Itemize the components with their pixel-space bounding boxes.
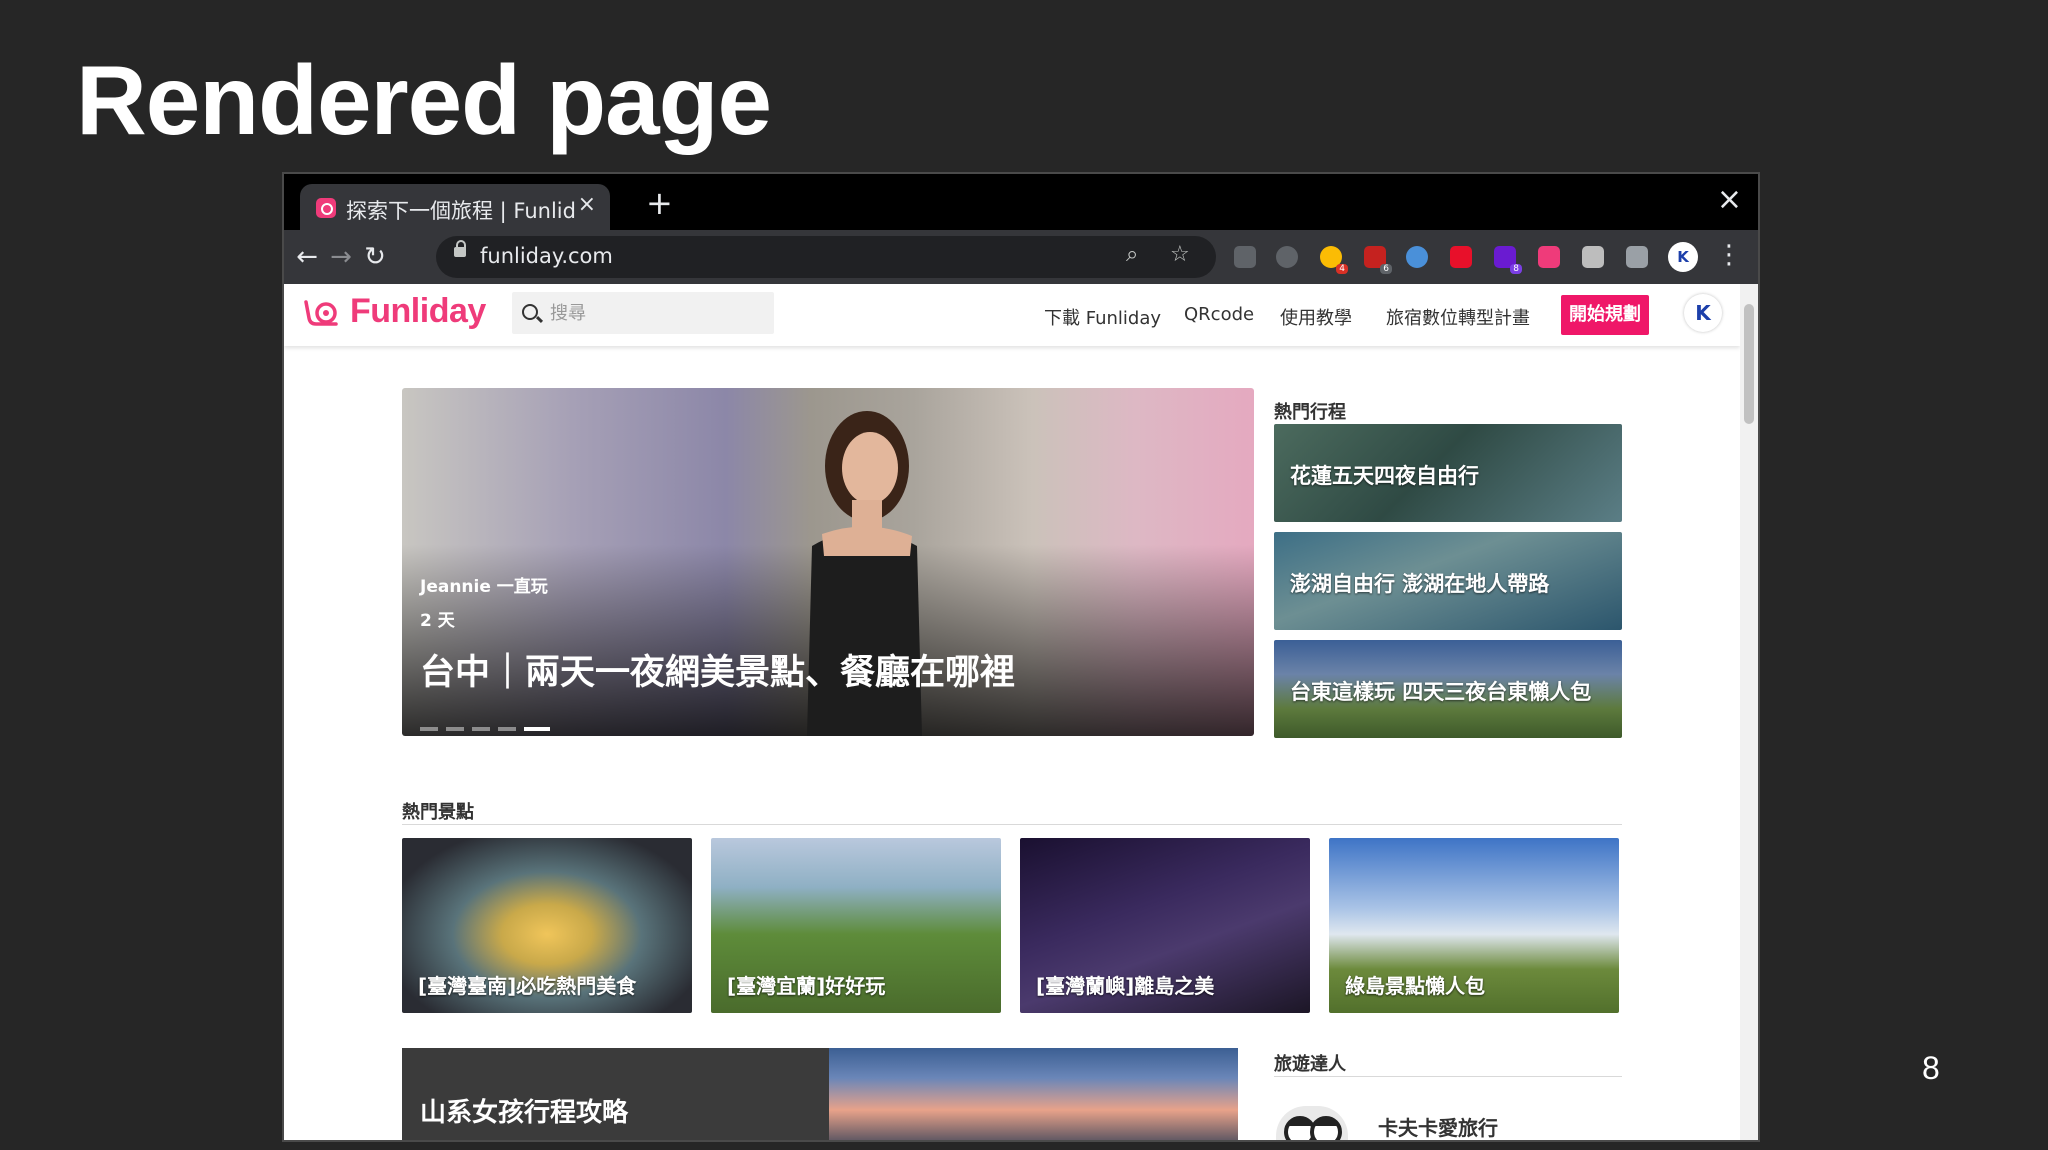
spot-card-label: 綠島景點懶人包 xyxy=(1345,974,1485,998)
user-avatar[interactable]: K xyxy=(1684,294,1722,332)
experts-heading: 旅遊達人 xyxy=(1274,1054,1346,1075)
extension-chat-icon[interactable] xyxy=(1582,246,1604,268)
zoom-icon[interactable]: ⌕ xyxy=(1126,242,1138,267)
carousel-dot[interactable] xyxy=(472,727,490,731)
tab-title: 探索下一個旅程 | Funliday xyxy=(346,199,576,223)
scrollbar-thumb[interactable] xyxy=(1744,304,1754,424)
extension-funliday-icon[interactable] xyxy=(1538,246,1560,268)
browser-tab[interactable]: 探索下一個旅程 | Funliday × xyxy=(300,184,610,230)
funliday-favicon-icon xyxy=(316,198,336,218)
trip-card[interactable]: 台東這樣玩 四天三夜台東懶人包 xyxy=(1274,640,1622,738)
site-logo[interactable]: Funliday xyxy=(350,292,486,331)
carousel-dot[interactable] xyxy=(446,727,464,731)
url-text: funliday.com xyxy=(480,244,613,268)
guide-card[interactable]: 山系女孩行程攻略 xyxy=(402,1048,1238,1140)
extension-badge: 8 xyxy=(1510,264,1522,274)
nav-tutorial[interactable]: 使用教學 xyxy=(1280,304,1352,330)
page-viewport: Funliday 下載 Funliday QRcode 使用教學 旅宿數位轉型計… xyxy=(284,284,1740,1142)
extension-location-icon[interactable] xyxy=(1234,246,1256,268)
slide-title: Rendered page xyxy=(76,45,772,155)
extension-badge: 4 xyxy=(1336,264,1348,274)
nav-qrcode[interactable]: QRcode xyxy=(1184,304,1254,325)
guide-title: 山系女孩行程攻略 xyxy=(420,1098,629,1128)
spot-card-label: [臺灣蘭嶼]離島之美 xyxy=(1036,974,1215,998)
section-divider xyxy=(402,824,1622,825)
guide-text-panel: 山系女孩行程攻略 xyxy=(402,1048,829,1140)
reload-button[interactable]: ↻ xyxy=(358,240,392,274)
spot-card-label: [臺灣臺南]必吃熱門美食 xyxy=(418,974,637,998)
trip-card[interactable]: 澎湖自由行 澎湖在地人帶路 xyxy=(1274,532,1622,630)
browser-toolbar: ← → ↻ funliday.com ⌕ ☆ 4 6 8 K ⋮ xyxy=(284,230,1758,284)
expert-name[interactable]: 卡夫卡愛旅行 xyxy=(1378,1112,1498,1140)
hero-author[interactable]: Jeannie 一直玩 xyxy=(420,572,548,597)
site-search[interactable] xyxy=(512,292,774,334)
tab-close-icon[interactable]: × xyxy=(578,192,596,217)
profile-avatar-button[interactable]: K xyxy=(1668,242,1698,272)
search-input[interactable] xyxy=(548,300,762,326)
extension-bulb-icon[interactable]: 4 xyxy=(1320,246,1348,274)
trip-card[interactable]: 花蓮五天四夜自由行 xyxy=(1274,424,1622,522)
spot-card[interactable]: [臺灣臺南]必吃熱門美食 xyxy=(402,838,692,1013)
carousel-dot[interactable] xyxy=(498,727,516,731)
bookmark-star-icon[interactable]: ☆ xyxy=(1170,242,1190,267)
tab-bar: 探索下一個旅程 | Funliday × + × xyxy=(284,174,1758,230)
hero-days: 2 天 xyxy=(420,611,455,631)
forward-button[interactable]: → xyxy=(324,240,358,274)
popular-trips-heading: 熱門行程 xyxy=(1274,402,1346,423)
trip-card-label: 花蓮五天四夜自由行 xyxy=(1290,464,1479,488)
spot-card[interactable]: [臺灣宜蘭]好好玩 xyxy=(711,838,1001,1013)
extension-badge: 6 xyxy=(1380,264,1392,274)
new-tab-button[interactable]: + xyxy=(646,184,673,222)
guide-photo xyxy=(829,1048,1238,1140)
spot-card-label: [臺灣宜蘭]好好玩 xyxy=(727,974,886,998)
lock-icon xyxy=(454,240,466,257)
site-header: Funliday 下載 Funliday QRcode 使用教學 旅宿數位轉型計… xyxy=(284,284,1740,346)
expert-avatar[interactable] xyxy=(1276,1106,1348,1142)
hero-title[interactable]: 台中｜兩天一夜網美景點、餐廳在哪裡 xyxy=(420,644,1015,695)
extension-pocket-icon[interactable] xyxy=(1276,246,1298,268)
trip-card-label: 台東這樣玩 四天三夜台東懶人包 xyxy=(1290,680,1592,704)
search-icon xyxy=(522,304,538,320)
extension-ud-icon[interactable]: 6 xyxy=(1364,246,1392,274)
extension-purple-icon[interactable]: 8 xyxy=(1494,246,1522,274)
funliday-logo-icon[interactable] xyxy=(302,298,342,328)
start-planning-button[interactable]: 開始規劃 xyxy=(1561,295,1649,335)
page-scrollbar[interactable] xyxy=(1740,284,1758,1140)
back-button[interactable]: ← xyxy=(290,240,324,274)
browser-window: 探索下一個旅程 | Funliday × + × ← → ↻ funliday.… xyxy=(282,172,1760,1142)
nav-download[interactable]: 下載 Funliday xyxy=(1044,304,1161,330)
browser-menu-button[interactable]: ⋮ xyxy=(1716,240,1742,270)
nav-lodging-plan[interactable]: 旅宿數位轉型計畫 xyxy=(1386,304,1530,330)
spot-card[interactable]: [臺灣蘭嶼]離島之美 xyxy=(1020,838,1310,1013)
section-divider xyxy=(1274,1076,1622,1077)
carousel-dot-active[interactable] xyxy=(524,727,550,731)
page-number: 8 xyxy=(1922,1050,1940,1086)
popular-spots-heading: 熱門景點 xyxy=(402,802,474,823)
window-close-button[interactable]: × xyxy=(1717,182,1742,217)
address-bar[interactable]: funliday.com ⌕ ☆ xyxy=(436,236,1216,278)
extensions-puzzle-icon[interactable] xyxy=(1626,246,1648,268)
trip-card-label: 澎湖自由行 澎湖在地人帶路 xyxy=(1290,572,1550,596)
hero-carousel[interactable]: Jeannie 一直玩 2 天 台中｜兩天一夜網美景點、餐廳在哪裡 xyxy=(402,388,1254,736)
carousel-dot[interactable] xyxy=(420,727,438,731)
extension-globe-icon[interactable] xyxy=(1406,246,1428,268)
carousel-dots xyxy=(420,716,558,735)
spot-card[interactable]: 綠島景點懶人包 xyxy=(1329,838,1619,1013)
extension-red-icon[interactable] xyxy=(1450,246,1472,268)
